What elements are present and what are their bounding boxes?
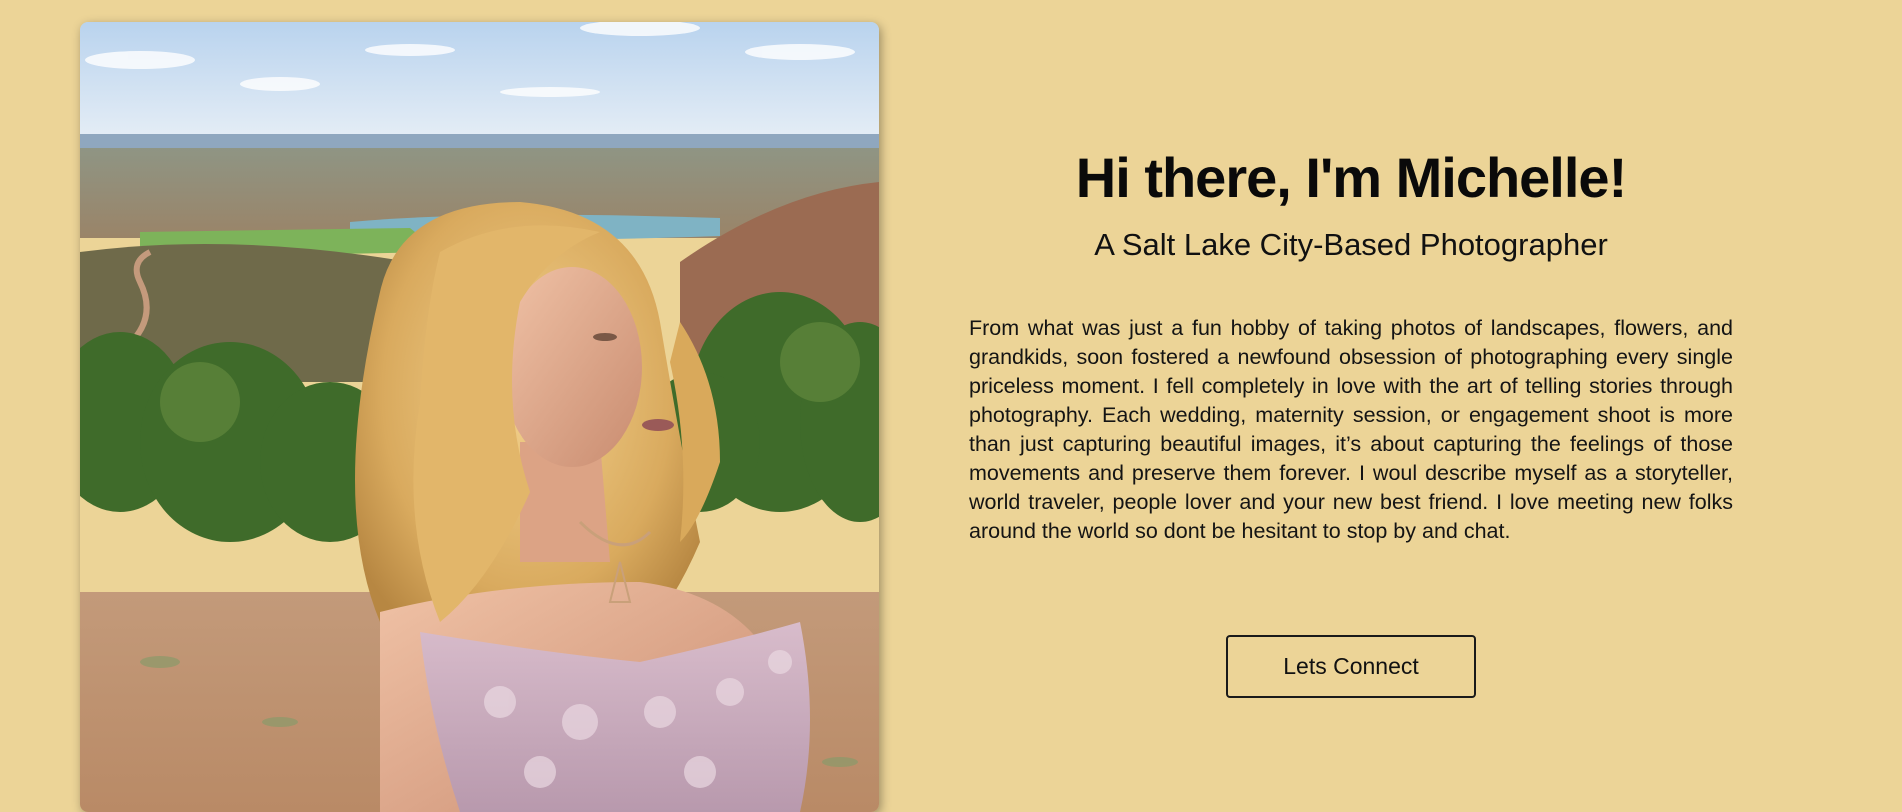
- subtitle: A Salt Lake City-Based Photographer: [1094, 227, 1608, 262]
- portrait-photo: [80, 22, 879, 812]
- distant-mountains: [80, 134, 879, 148]
- portrait-illustration: [80, 22, 879, 812]
- sky: [80, 22, 879, 142]
- page-title: Hi there, I'm Michelle!: [1075, 146, 1627, 209]
- bio-paragraph: From what was just a fun hobby of taking…: [969, 316, 1733, 543]
- lets-connect-button[interactable]: Lets Connect: [1226, 635, 1476, 698]
